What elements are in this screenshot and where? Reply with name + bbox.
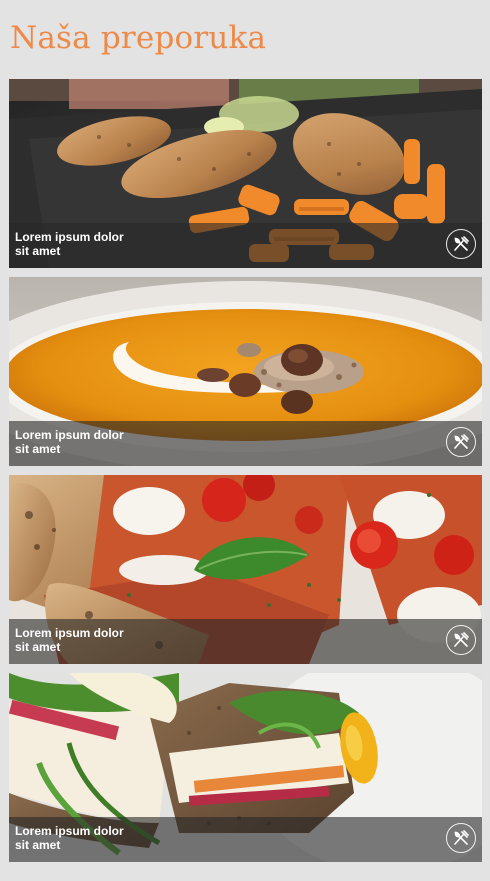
recommendation-card-2[interactable]: Lorem ipsum dolor sit amet bbox=[9, 277, 482, 466]
cutlery-icon bbox=[454, 632, 469, 647]
card-text: Lorem ipsum dolor sit amet bbox=[15, 230, 124, 258]
recommendation-card-4[interactable]: Lorem ipsum dolor sit amet bbox=[9, 673, 482, 862]
cutlery-button[interactable] bbox=[446, 229, 476, 259]
page-title: Naša preporuka bbox=[10, 20, 267, 56]
card-caption: Lorem ipsum dolor sit amet bbox=[9, 421, 482, 466]
card-text: Lorem ipsum dolor sit amet bbox=[15, 824, 124, 852]
cutlery-button[interactable] bbox=[446, 625, 476, 655]
card-text: Lorem ipsum dolor sit amet bbox=[15, 428, 124, 456]
cutlery-button[interactable] bbox=[446, 823, 476, 853]
recommendation-card-1[interactable]: Lorem ipsum dolor sit amet bbox=[9, 79, 482, 268]
recommendation-card-3[interactable]: Lorem ipsum dolor sit amet bbox=[9, 475, 482, 664]
card-caption: Lorem ipsum dolor sit amet bbox=[9, 223, 482, 268]
card-text: Lorem ipsum dolor sit amet bbox=[15, 626, 124, 654]
cutlery-icon bbox=[454, 236, 469, 251]
card-caption: Lorem ipsum dolor sit amet bbox=[9, 619, 482, 664]
cutlery-button[interactable] bbox=[446, 427, 476, 457]
card-caption: Lorem ipsum dolor sit amet bbox=[9, 817, 482, 862]
cutlery-icon bbox=[454, 434, 469, 449]
cutlery-icon bbox=[454, 830, 469, 845]
